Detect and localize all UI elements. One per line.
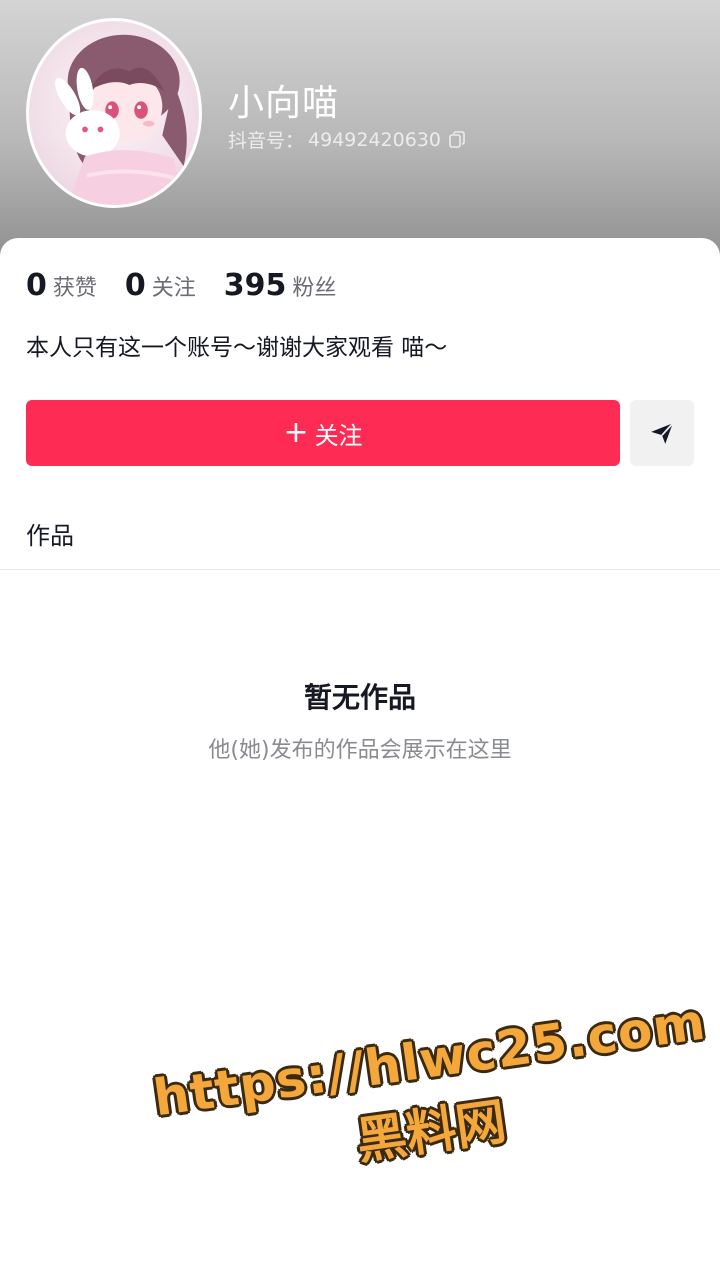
stat-followers[interactable]: 395 粉丝 xyxy=(224,268,337,303)
avatar[interactable] xyxy=(26,18,202,208)
share-button[interactable] xyxy=(630,400,694,466)
anime-girl-avatar-icon xyxy=(55,34,187,205)
profile-nickname: 小向喵 xyxy=(228,83,340,124)
stat-following-value: 0 xyxy=(124,268,146,303)
stat-followers-value: 395 xyxy=(223,268,287,303)
stat-followers-label: 粉丝 xyxy=(292,276,337,301)
stat-following-label: 关注 xyxy=(151,276,196,301)
tab-divider xyxy=(0,569,720,570)
tab-works[interactable]: 作品 xyxy=(26,516,74,551)
douyin-id-label: 抖音号： xyxy=(228,130,305,152)
follow-plus-icon: + xyxy=(283,415,309,450)
profile-bio: 本人只有这一个账号～谢谢大家观看 喵～ xyxy=(26,335,448,361)
empty-state-title: 暂无作品 xyxy=(303,681,416,714)
stat-likes-label: 获赞 xyxy=(52,276,97,301)
empty-state-subtitle: 他(她)发布的作品会展示在这里 xyxy=(208,738,512,763)
douyin-id: 抖音号： 49492420630 xyxy=(228,126,465,153)
douyin-id-value: 49492420630 xyxy=(308,128,441,151)
stat-likes-value: 0 xyxy=(26,268,47,303)
send-icon xyxy=(651,422,674,444)
follow-button-label: 关注 xyxy=(314,421,363,450)
stat-likes[interactable]: 0 获赞 xyxy=(26,268,97,303)
stat-following[interactable]: 0 关注 xyxy=(125,268,196,303)
profile-stats: 0 获赞 0 关注 395 粉丝 xyxy=(26,268,364,303)
copy-icon[interactable] xyxy=(449,130,465,149)
follow-button[interactable]: + 关注 xyxy=(26,400,620,466)
